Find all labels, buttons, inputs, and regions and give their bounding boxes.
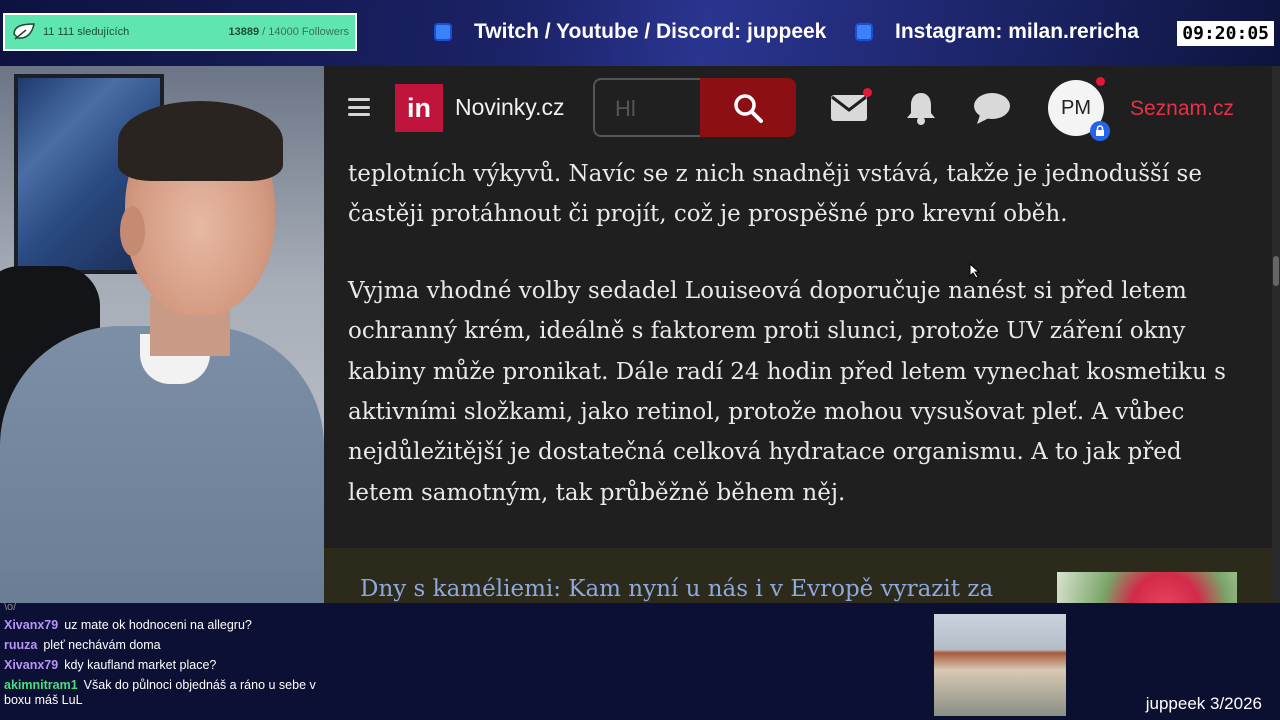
search-icon [734, 93, 763, 123]
twitch-icon [434, 23, 452, 41]
social-instagram: Instagram: milan.rericha [855, 20, 1139, 44]
followers-count: 13889 / 14000 Followers [228, 26, 349, 38]
chat-message: akimnitram1 Však do půlnoci objednáš a rá… [4, 678, 316, 692]
messages-button[interactable] [972, 88, 1012, 128]
seznam-link[interactable]: Seznam.cz [1130, 97, 1234, 121]
stream-clock: 09:20:05 [1177, 21, 1274, 46]
stream-chat: \o/ Xivanx79 uz mate ok hodnoceni na alle… [0, 601, 930, 720]
stream-top-bar: 11 111 sledujících 13889 / 14000 Followe… [0, 0, 1280, 66]
browser-window: in Novinky.cz Hl PM Seznam.cz teplotních… [324, 66, 1280, 603]
chat-message: Xivanx79 uz mate ok hodnoceni na allegru? [4, 618, 252, 632]
scrollbar[interactable] [1272, 66, 1280, 603]
chat-icon [974, 93, 1010, 124]
person-ear [120, 206, 145, 256]
chat-message-continuation: boxu máš LuL [4, 693, 83, 707]
novinky-logo[interactable]: in [395, 84, 443, 132]
street-camera-feed [934, 614, 1066, 716]
scrollbar-thumb[interactable] [1273, 256, 1279, 286]
mail-button[interactable] [829, 88, 872, 128]
followers-label: 11 111 sledujících [43, 26, 130, 38]
search-input[interactable]: Hl [593, 78, 701, 137]
article-body: teplotních výkyvů. Navíc se z nich snadn… [348, 154, 1238, 549]
followers-goal-bar: 11 111 sledujících 13889 / 14000 Followe… [3, 13, 357, 51]
chat-message: Xivanx79 kdy kaufland market place? [4, 658, 217, 672]
related-article-title[interactable]: Dny s kaméliemi: Kam nyní u nás i v Evro… [360, 576, 993, 602]
mouse-cursor-icon [969, 263, 981, 279]
webcam-feed [0, 66, 324, 603]
mail-icon [831, 95, 867, 121]
leaf-icon [11, 21, 37, 43]
mail-notification-dot [863, 88, 872, 97]
article-paragraph: teplotních výkyvů. Navíc se z nich snadn… [348, 161, 1202, 228]
instagram-icon [855, 23, 873, 41]
search-button[interactable] [700, 78, 796, 137]
stream-footer-tag: juppeek 3/2026 [1145, 694, 1262, 713]
related-article-image[interactable] [1057, 572, 1237, 603]
chat-clipped-line: \o/ [4, 601, 17, 613]
chat-message: ruuza pleť nechávám doma [4, 638, 161, 652]
bell-icon [907, 93, 935, 125]
lock-icon [1090, 121, 1110, 141]
avatar-notification-dot [1096, 77, 1105, 86]
notifications-button[interactable] [901, 88, 941, 128]
related-article-card[interactable]: Dny s kaméliemi: Kam nyní u nás i v Evro… [324, 548, 1272, 603]
hamburger-icon[interactable] [348, 98, 370, 116]
article-paragraph: Vyjma vhodné volby sedadel Louiseová dop… [348, 277, 1226, 506]
person-hair [118, 101, 283, 181]
social-twitch: Twitch / Youtube / Discord: juppeek [434, 20, 826, 44]
site-header: in Novinky.cz Hl PM Seznam.cz [324, 66, 1280, 150]
site-brand[interactable]: Novinky.cz [455, 94, 565, 121]
